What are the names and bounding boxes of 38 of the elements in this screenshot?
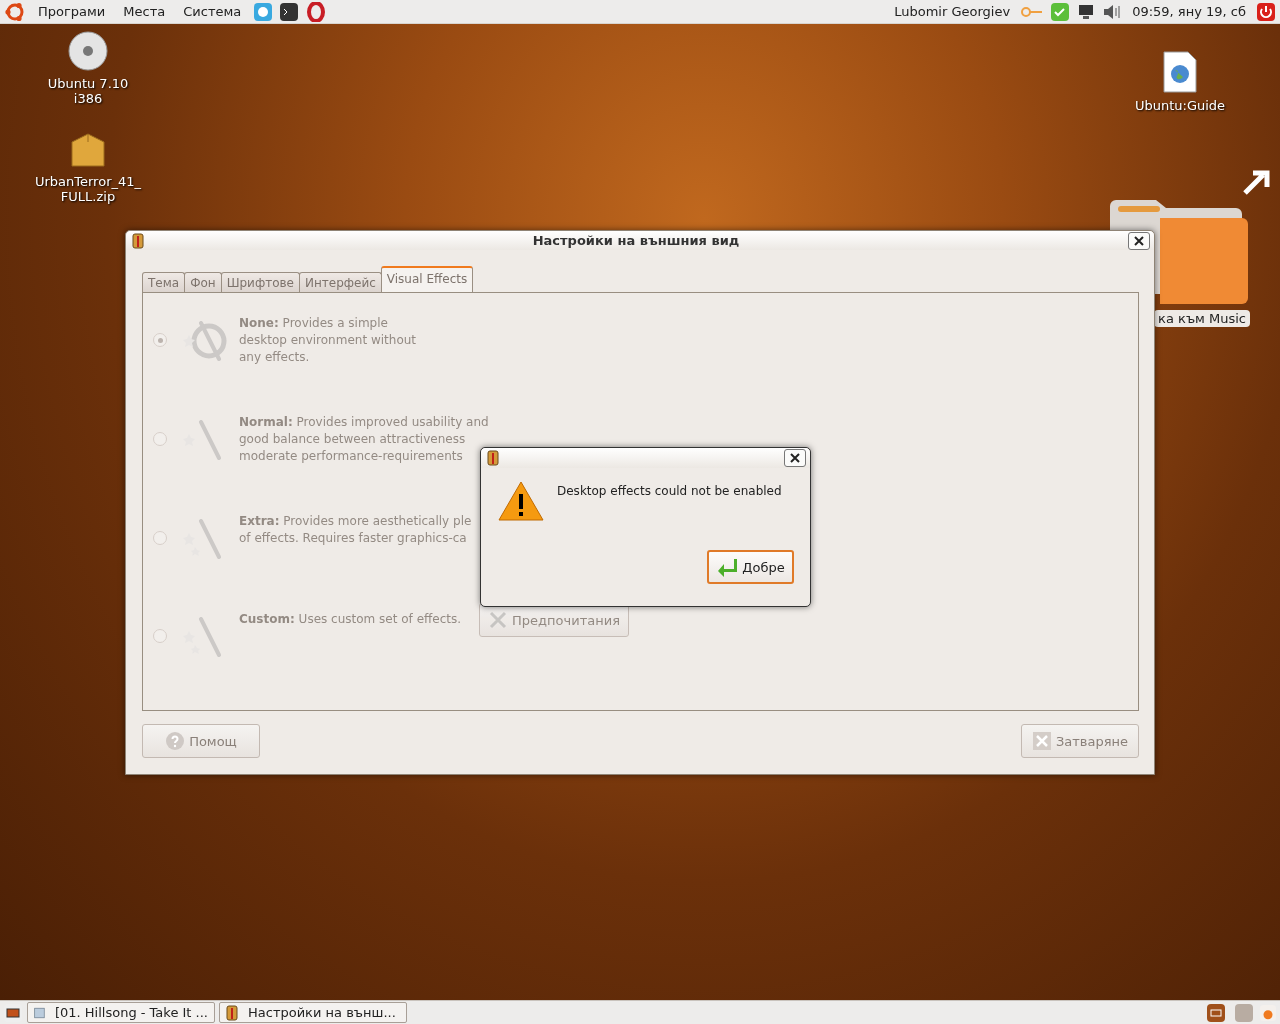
error-message: Desktop effects could not be enabled xyxy=(557,484,782,500)
panel-menu[interactable]: Система xyxy=(177,4,248,19)
icon-label[interactable]: UrbanTerror_41_ FULL.zip xyxy=(33,174,143,204)
task-button[interactable]: Настройки на външ... xyxy=(219,1002,407,1023)
ubuntu-logo-icon[interactable] xyxy=(4,0,26,23)
option-description: Custom: Uses custom set of effects. xyxy=(239,611,462,629)
speaker-icon[interactable] xyxy=(1102,2,1123,21)
window-app-icon xyxy=(226,1004,238,1021)
close-icon xyxy=(1031,731,1052,751)
document-globe-icon[interactable] xyxy=(1162,50,1198,94)
power-icon[interactable] xyxy=(1256,1,1276,22)
ok-button[interactable]: Добре xyxy=(707,550,794,584)
task-button[interactable]: [01. Hillsong - Take It ... xyxy=(27,1002,215,1023)
warning-icon xyxy=(497,480,545,522)
icon-label[interactable]: Ubuntu 7.10 i386 xyxy=(33,76,143,106)
window-app-icon xyxy=(132,232,144,249)
window-app-icon xyxy=(487,450,499,466)
enter-arrow-icon xyxy=(716,557,739,577)
close-button[interactable] xyxy=(784,449,806,467)
clock[interactable]: 09:59, яну 19, сб xyxy=(1128,4,1250,19)
option-description: Normal: Provides improved usability and good balance between attractiveness moderate performance-requirements xyxy=(239,413,489,465)
user-name[interactable]: Lubomir Georgiev xyxy=(890,4,1015,19)
browser-icon[interactable] xyxy=(305,1,326,22)
close-icon xyxy=(1134,235,1144,246)
close-icon xyxy=(790,453,800,463)
terminal-icon[interactable] xyxy=(279,1,300,22)
icon-label[interactable]: ка към Music xyxy=(1154,310,1250,327)
option-description: None: Provides a simple desktop environment without any effects. xyxy=(239,315,417,366)
option-description: Extra: Provides more aesthetically ple of effects. Requires faster graphics-ca xyxy=(239,512,472,547)
panel-menu[interactable]: Програми xyxy=(32,4,112,19)
window-title: Настройки на външния вид xyxy=(531,233,741,248)
icon-label[interactable]: Ubuntu:Guide xyxy=(1125,98,1235,113)
panel-menu[interactable]: Места xyxy=(117,4,172,19)
checkmark-icon[interactable] xyxy=(1050,1,1071,22)
chat-app-icon[interactable] xyxy=(253,1,274,22)
close-button[interactable] xyxy=(1128,231,1150,250)
cd-icon[interactable] xyxy=(67,30,109,72)
help-icon xyxy=(165,731,186,751)
